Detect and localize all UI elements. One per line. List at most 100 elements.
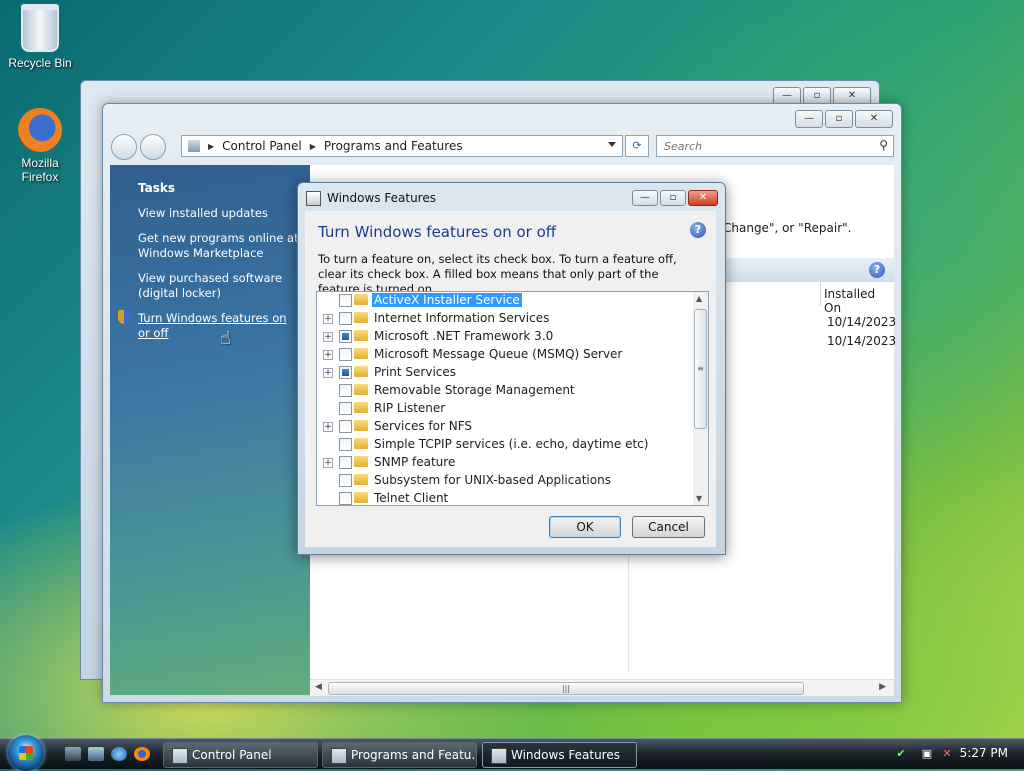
- address-bar[interactable]: ▶ Control Panel ▶ Programs and Features: [181, 135, 623, 157]
- feature-row[interactable]: Simple TCPIP services (i.e. echo, daytim…: [317, 436, 693, 454]
- windows-features-icon: [306, 191, 321, 206]
- scroll-right-icon[interactable]: ▶: [879, 682, 886, 692]
- expand-icon[interactable]: +: [323, 422, 333, 432]
- feature-row[interactable]: ActiveX Installer Service: [317, 292, 693, 310]
- installed-date: 10/14/2023: [827, 315, 897, 329]
- recycle-bin-icon: [21, 4, 59, 52]
- expand-icon[interactable]: +: [323, 314, 333, 324]
- tasks-title: Tasks: [138, 181, 176, 195]
- maximize-button[interactable]: ▫: [660, 190, 686, 206]
- breadcrumb-control-panel[interactable]: Control Panel: [222, 139, 302, 153]
- feature-label: Internet Information Services: [374, 311, 550, 325]
- feature-checkbox[interactable]: [339, 474, 352, 487]
- column-header-divider: [820, 282, 821, 306]
- feature-row[interactable]: Subsystem for UNIX-based Applications: [317, 472, 693, 490]
- feature-row[interactable]: Removable Storage Management: [317, 382, 693, 400]
- folder-icon: [354, 438, 368, 449]
- start-button[interactable]: [8, 735, 44, 771]
- column-header-installed-on[interactable]: Installed On: [824, 287, 894, 315]
- scroll-up-icon[interactable]: ▲: [696, 294, 702, 303]
- security-center-icon[interactable]: ✔: [894, 747, 908, 761]
- desktop-icon-recycle-bin[interactable]: Recycle Bin: [0, 4, 80, 70]
- feature-row[interactable]: + Microsoft .NET Framework 3.0: [317, 328, 693, 346]
- cancel-button[interactable]: Cancel: [632, 516, 705, 538]
- windows-features-dialog[interactable]: Windows Features — ▫ ✕ Turn Windows feat…: [297, 182, 726, 555]
- forward-button[interactable]: [140, 134, 166, 160]
- feature-checkbox[interactable]: [339, 402, 352, 415]
- help-icon[interactable]: ?: [869, 262, 885, 278]
- refresh-button[interactable]: ⟳: [625, 135, 649, 157]
- windows-features-icon: [491, 748, 507, 764]
- horizontal-scrollbar[interactable]: ◀ ||| ▶: [310, 679, 894, 696]
- task-turn-windows-features[interactable]: Turn Windows features on or off: [138, 311, 300, 341]
- folder-icon: [354, 384, 368, 395]
- clock[interactable]: 5:27 PM: [960, 746, 1008, 760]
- scroll-left-icon[interactable]: ◀: [315, 682, 322, 692]
- taskbar-button-control-panel[interactable]: Control Panel: [163, 742, 318, 768]
- scroll-thumb[interactable]: |||: [328, 682, 804, 695]
- feature-checkbox[interactable]: [339, 348, 352, 361]
- minimize-button[interactable]: —: [795, 110, 823, 128]
- maximize-button[interactable]: ▫: [825, 110, 853, 128]
- taskbar: Control Panel Programs and Featu... Wind…: [0, 735, 1024, 771]
- internet-explorer-icon[interactable]: [111, 747, 127, 761]
- feature-label: Microsoft Message Queue (MSMQ) Server: [374, 347, 623, 361]
- address-dropdown-icon[interactable]: [608, 142, 616, 147]
- feature-checkbox[interactable]: [339, 384, 352, 397]
- feature-row[interactable]: + SNMP feature: [317, 454, 693, 472]
- close-button[interactable]: ✕: [688, 190, 718, 206]
- volume-muted-icon[interactable]: ✕: [940, 747, 954, 761]
- folder-icon: [354, 294, 368, 305]
- feature-checkbox[interactable]: [339, 420, 352, 433]
- vertical-scrollbar[interactable]: ▲ ≡ ▼: [693, 292, 708, 505]
- feature-checkbox[interactable]: [339, 438, 352, 451]
- breadcrumb-programs-and-features[interactable]: Programs and Features: [324, 139, 463, 153]
- feature-checkbox[interactable]: [339, 312, 352, 325]
- feature-checkbox[interactable]: [339, 492, 352, 505]
- back-button[interactable]: [111, 134, 137, 160]
- minimize-button[interactable]: —: [632, 190, 658, 206]
- task-view-installed-updates[interactable]: View installed updates: [138, 206, 300, 221]
- feature-checkbox[interactable]: [339, 456, 352, 469]
- task-view-purchased-software[interactable]: View purchased software (digital locker): [138, 271, 300, 301]
- feature-checkbox[interactable]: [339, 294, 352, 307]
- folder-icon: [354, 420, 368, 431]
- feature-row[interactable]: + Microsoft Message Queue (MSMQ) Server: [317, 346, 693, 364]
- firefox-icon: [18, 108, 62, 152]
- close-button[interactable]: ✕: [855, 110, 893, 128]
- folder-icon: [354, 330, 368, 341]
- task-pane: Tasks View installed updates Get new pro…: [110, 165, 310, 695]
- firefox-quicklaunch-icon[interactable]: [134, 747, 150, 761]
- task-get-new-programs[interactable]: Get new programs online at Windows Marke…: [138, 231, 300, 261]
- search-input[interactable]: [662, 139, 866, 154]
- window-caption-buttons: — ▫ ✕: [795, 110, 893, 128]
- network-icon[interactable]: ▣: [920, 747, 934, 761]
- feature-row[interactable]: Telnet Client: [317, 490, 693, 505]
- scroll-thumb[interactable]: ≡: [694, 309, 707, 429]
- switch-windows-icon[interactable]: [88, 747, 104, 761]
- search-box[interactable]: ⚲: [656, 135, 894, 157]
- help-icon[interactable]: ?: [690, 222, 706, 238]
- expand-icon[interactable]: +: [323, 458, 333, 468]
- show-desktop-icon[interactable]: [65, 747, 81, 761]
- feature-row[interactable]: RIP Listener: [317, 400, 693, 418]
- feature-row[interactable]: + Print Services: [317, 364, 693, 382]
- ok-button[interactable]: OK: [549, 516, 621, 538]
- expand-icon[interactable]: +: [323, 332, 333, 342]
- desktop-icon-firefox[interactable]: Mozilla Firefox: [0, 108, 80, 184]
- scroll-down-icon[interactable]: ▼: [696, 494, 702, 503]
- expand-icon[interactable]: +: [323, 368, 333, 378]
- taskbar-button-windows-features[interactable]: Windows Features: [482, 742, 637, 768]
- control-panel-icon: [188, 140, 200, 152]
- breadcrumb-chevron-icon: ▶: [309, 141, 316, 151]
- feature-row[interactable]: + Internet Information Services: [317, 310, 693, 328]
- feature-checkbox[interactable]: [339, 330, 352, 343]
- search-icon[interactable]: ⚲: [879, 138, 888, 152]
- feature-label: Telnet Client: [374, 491, 449, 505]
- feature-row[interactable]: + Services for NFS: [317, 418, 693, 436]
- installed-date: 10/14/2023: [827, 334, 897, 348]
- taskbar-button-programs-and-features[interactable]: Programs and Featu...: [322, 742, 477, 768]
- feature-tree[interactable]: ▲ ≡ ▼ ActiveX Installer Service + Internet…: [316, 291, 709, 506]
- feature-checkbox[interactable]: [339, 366, 352, 379]
- expand-icon[interactable]: +: [323, 350, 333, 360]
